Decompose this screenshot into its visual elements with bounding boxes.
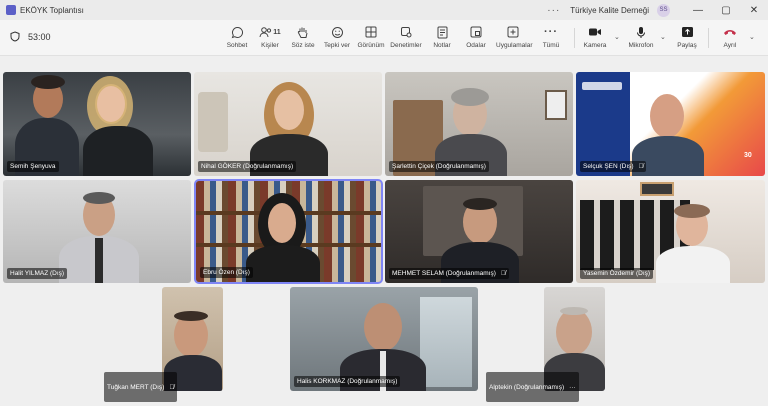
camera-button[interactable]: Kamera	[578, 24, 612, 49]
more-icon: ···	[544, 26, 558, 38]
meeting-toolbar: 53:00 Sohbet 11 Kişiler Söz iste Tepki v…	[0, 20, 768, 56]
rooms-icon	[470, 26, 482, 38]
raise-hand-icon	[297, 27, 308, 38]
minimize-button[interactable]: —	[684, 5, 712, 16]
participant-name-label: Yasemin Özdemir (Dış)	[580, 268, 654, 279]
close-button[interactable]: ✕	[740, 5, 768, 16]
hang-up-icon	[724, 30, 736, 35]
more-options-icon[interactable]: ···	[569, 384, 576, 391]
participant-name-label: Ebru Özen (Dış)	[200, 267, 253, 278]
video-tile[interactable]: Halit YILMAZ (Dış)	[3, 180, 191, 283]
toolbar-divider	[708, 28, 709, 48]
raise-hand-button[interactable]: Söz iste	[286, 24, 320, 49]
microphone-off-icon: 🎙̸	[169, 383, 175, 391]
view-icon	[365, 26, 377, 38]
leave-button[interactable]: Ayrıl	[713, 24, 747, 49]
video-tile[interactable]: Semih Şenyuva	[3, 72, 191, 176]
people-icon	[259, 27, 272, 38]
teams-app-icon	[6, 5, 16, 15]
apps-icon	[507, 26, 519, 38]
video-tile[interactable]: Halis KORKMAZ (Doğrulanmamış)	[290, 287, 478, 391]
participant-name-label: Şarlettin Çiçek (Doğrulanmamış)	[389, 161, 489, 172]
chat-button[interactable]: Sohbet	[220, 24, 254, 49]
react-button[interactable]: Tepki ver	[320, 24, 354, 49]
participant-name-label: Tuğkan MERT (Dış) 🎙̸	[104, 372, 178, 402]
video-tile[interactable]: Ebru Özen (Dış)	[194, 179, 383, 284]
notes-button[interactable]: Notlar	[425, 24, 459, 49]
slide-number: 30	[744, 152, 752, 159]
microphone-off-icon: 🎙̸	[500, 270, 506, 277]
title-bar: EKÖYK Toplantısı ··· Türkiye Kalite Dern…	[0, 0, 768, 20]
microphone-button[interactable]: Mikrofon	[624, 24, 658, 49]
video-tile[interactable]: 30 Selçuk ŞEN (Dış) 🎙̸	[576, 72, 765, 176]
shield-icon	[10, 31, 20, 42]
organization-name[interactable]: Türkiye Kalite Derneği	[570, 6, 649, 15]
camera-icon	[589, 28, 601, 36]
avatar[interactable]: SS	[657, 3, 670, 17]
view-button[interactable]: Görünüm	[354, 24, 388, 49]
participant-name-label: Nihal GÖKER (Doğrulanmamış)	[198, 161, 297, 172]
leave-options-chevron-icon[interactable]: ⌄	[749, 33, 755, 41]
apps-button[interactable]: Uygulamalar	[496, 24, 533, 49]
window-title: EKÖYK Toplantısı	[20, 5, 84, 15]
microphone-off-icon: 🎙̸	[638, 163, 644, 170]
more-options-icon[interactable]: ···	[547, 5, 560, 16]
rooms-button[interactable]: Odalar	[459, 24, 493, 49]
people-count: 11	[273, 28, 281, 36]
share-icon	[681, 27, 693, 37]
maximize-button[interactable]: ▢	[712, 5, 740, 16]
people-button[interactable]: 11 Kişiler	[253, 24, 287, 49]
participant-name-label: Semih Şenyuva	[7, 161, 59, 172]
emoji-icon	[331, 26, 343, 38]
toolbar-divider	[574, 28, 575, 48]
video-tile[interactable]: Yasemin Özdemir (Dış)	[576, 180, 765, 283]
meeting-timer[interactable]: 53:00	[10, 31, 51, 42]
video-tile[interactable]: Şarlettin Çiçek (Doğrulanmamış)	[385, 72, 573, 176]
notes-icon	[437, 26, 447, 38]
participant-name-label: Halit YILMAZ (Dış)	[7, 268, 68, 279]
share-button[interactable]: Paylaş	[670, 24, 704, 49]
controls-button[interactable]: Denetimler	[389, 24, 423, 49]
participant-name-label: Halis KORKMAZ (Doğrulanmamış)	[294, 376, 401, 387]
controls-icon	[401, 27, 412, 38]
mic-options-chevron-icon[interactable]: ⌄	[660, 33, 666, 41]
microphone-icon	[637, 26, 645, 38]
video-tile[interactable]: MEHMET SELAM (Doğrulanmamış) 🎙̸	[385, 180, 573, 283]
timer-text: 53:00	[28, 31, 51, 42]
participant-name-label: Alptekin (Doğrulanmamış) ···	[486, 372, 579, 402]
more-button[interactable]: ··· Tümü	[534, 24, 568, 49]
participant-name-label: MEHMET SELAM (Doğrulanmamış) 🎙̸	[389, 268, 509, 279]
participant-name-label: Selçuk ŞEN (Dış) 🎙̸	[580, 161, 647, 172]
video-tile[interactable]: Nihal GÖKER (Doğrulanmamış)	[194, 72, 382, 176]
camera-options-chevron-icon[interactable]: ⌄	[614, 33, 620, 41]
chat-icon	[231, 26, 243, 38]
